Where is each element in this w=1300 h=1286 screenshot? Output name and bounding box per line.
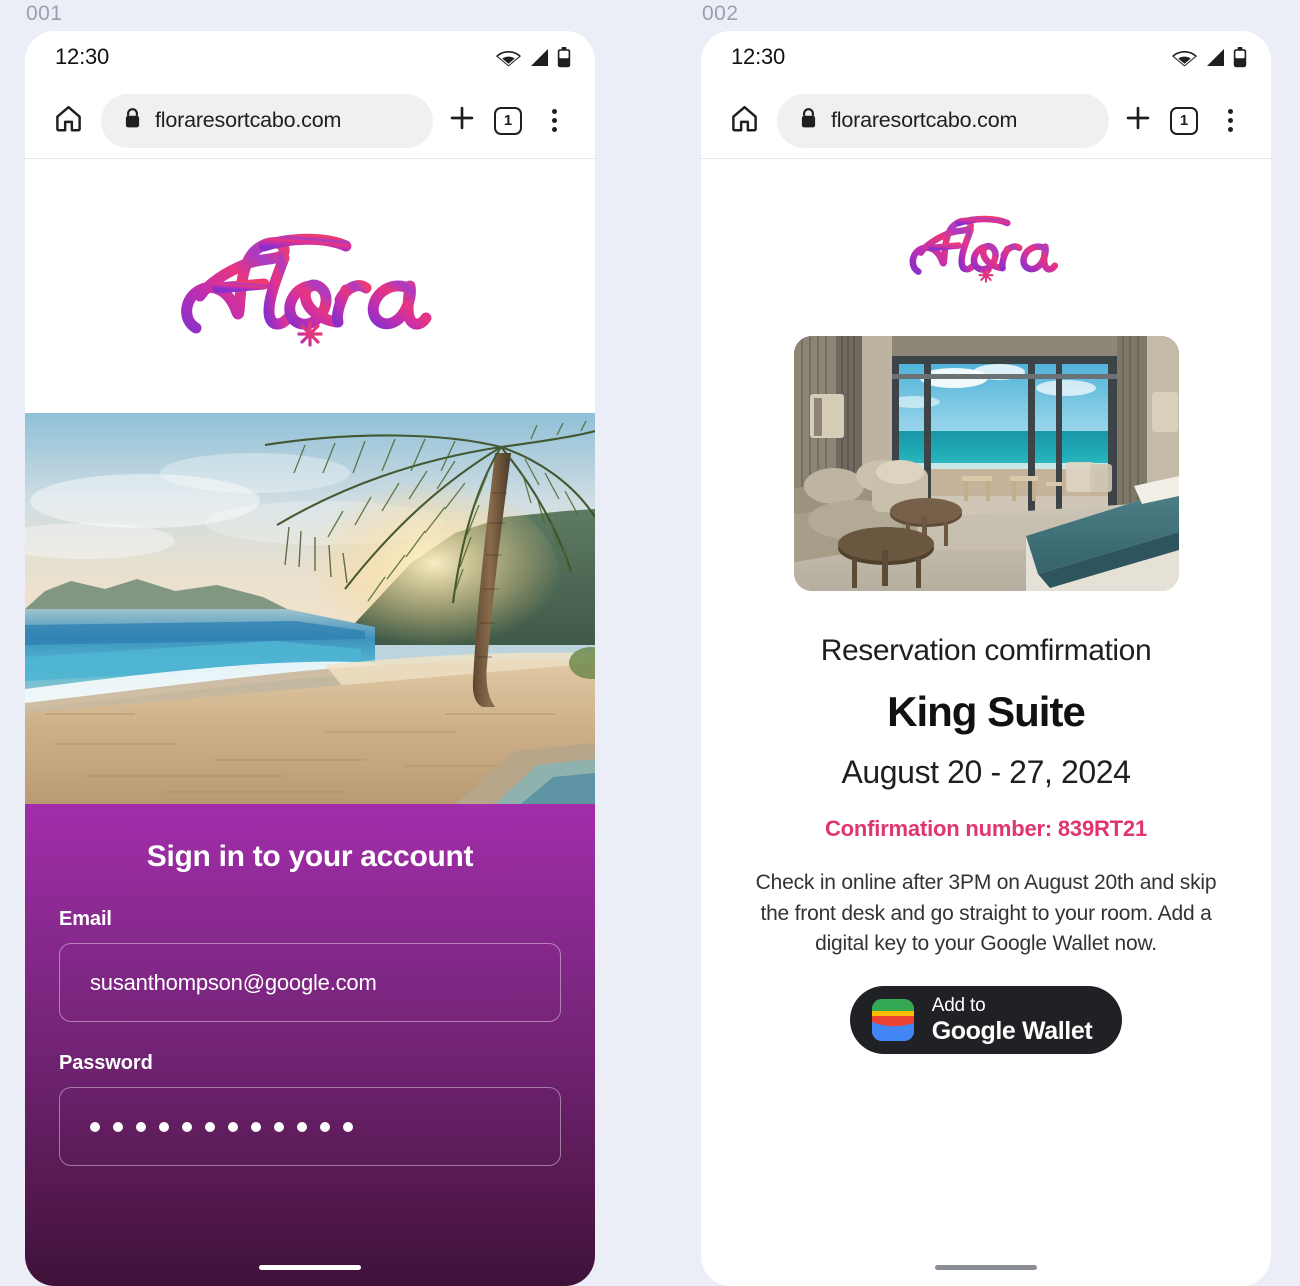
home-button[interactable]: [45, 98, 91, 144]
confirmation-number: Confirmation number: 839RT21: [824, 816, 1147, 841]
status-bar: 12:30: [701, 31, 1271, 83]
password-field[interactable]: [59, 1087, 561, 1166]
flora-wordmark: [909, 215, 1059, 283]
status-time: 12:30: [731, 44, 786, 69]
home-icon: [53, 103, 84, 139]
frame-caption-002: 002: [702, 2, 739, 25]
lock-icon: [799, 107, 818, 134]
frame-caption-001: 001: [26, 2, 63, 25]
url-bar[interactable]: floraresortcabo.com: [777, 93, 1109, 148]
plus-icon: [448, 104, 476, 137]
flora-wordmark: [181, 233, 432, 347]
home-indicator[interactable]: [259, 1265, 361, 1270]
url-bar[interactable]: floraresortcabo.com: [101, 93, 433, 148]
checkin-note: Check in online after 3PM on August 20th…: [755, 871, 1217, 956]
google-wallet-icon: [871, 998, 914, 1041]
signin-panel: Sign in to your account Email susanthomp…: [25, 804, 595, 1286]
cell-signal-icon: [528, 48, 550, 67]
password-masked-value: [90, 1121, 353, 1132]
browser-toolbar: floraresortcabo.com 1: [25, 83, 595, 159]
new-tab-button[interactable]: [439, 98, 485, 144]
phone-mockup-confirmation: 12:30 floraresortcabo.com 1 Reservation …: [701, 31, 1271, 1286]
page-content-confirmation: Reservation comfirmation King Suite Augu…: [701, 159, 1271, 1286]
home-icon: [729, 103, 760, 139]
brand-logo-area: [25, 159, 595, 413]
signin-title: Sign in to your account: [146, 840, 474, 873]
room-name: King Suite: [887, 688, 1086, 735]
room-photo: [793, 336, 1179, 591]
asterisk-flower-icon: [978, 267, 994, 283]
asterisk-flower-icon: [297, 320, 323, 347]
tab-switcher-button[interactable]: 1: [485, 98, 531, 144]
email-label: Email: [59, 908, 112, 930]
wifi-icon: [1172, 48, 1197, 67]
tab-count-badge: 1: [1170, 106, 1198, 135]
password-label: Password: [59, 1052, 153, 1074]
browser-toolbar: floraresortcabo.com 1: [701, 83, 1271, 159]
kebab-menu-icon: [551, 109, 557, 132]
wallet-button-text: Add to Google Wallet: [932, 995, 1093, 1044]
wallet-line-2: Google Wallet: [931, 1016, 1093, 1045]
add-to-google-wallet-button[interactable]: Add to Google Wallet: [849, 985, 1123, 1054]
lock-icon: [123, 107, 142, 134]
tab-switcher-button[interactable]: 1: [1161, 98, 1207, 144]
page-content-signin: Sign in to your account Email susanthomp…: [25, 159, 595, 1286]
plus-icon: [1124, 104, 1152, 137]
url-text: floraresortcabo.com: [831, 108, 1018, 132]
email-value: susanthompson@google.com: [90, 969, 377, 995]
wallet-line-1: Add to: [931, 995, 986, 1017]
cell-signal-icon: [1204, 48, 1226, 67]
status-time: 12:30: [55, 44, 110, 69]
new-tab-button[interactable]: [1115, 98, 1161, 144]
url-text: floraresortcabo.com: [155, 108, 342, 132]
browser-menu-button[interactable]: [531, 98, 577, 144]
status-icons: [1172, 46, 1247, 68]
wifi-icon: [496, 48, 521, 67]
screenshot-board: 001 002 12:30 floraresortcabo.com 1 Sign…: [0, 0, 1300, 1286]
reservation-subtitle: Reservation comfirmation: [820, 634, 1152, 667]
home-indicator[interactable]: [935, 1265, 1037, 1270]
browser-menu-button[interactable]: [1207, 98, 1253, 144]
kebab-menu-icon: [1227, 109, 1233, 132]
tab-count-badge: 1: [494, 106, 522, 135]
email-field[interactable]: susanthompson@google.com: [59, 943, 561, 1022]
brand-logo-area: [741, 159, 1231, 334]
battery-icon: [1233, 46, 1247, 68]
phone-mockup-signin: 12:30 floraresortcabo.com 1 Sign in to y…: [25, 31, 595, 1286]
reservation-dates: August 20 - 27, 2024: [841, 754, 1131, 790]
home-button[interactable]: [721, 98, 767, 144]
status-bar: 12:30: [25, 31, 595, 83]
battery-icon: [557, 46, 571, 68]
hero-beach-image: [25, 413, 595, 804]
status-icons: [496, 46, 571, 68]
